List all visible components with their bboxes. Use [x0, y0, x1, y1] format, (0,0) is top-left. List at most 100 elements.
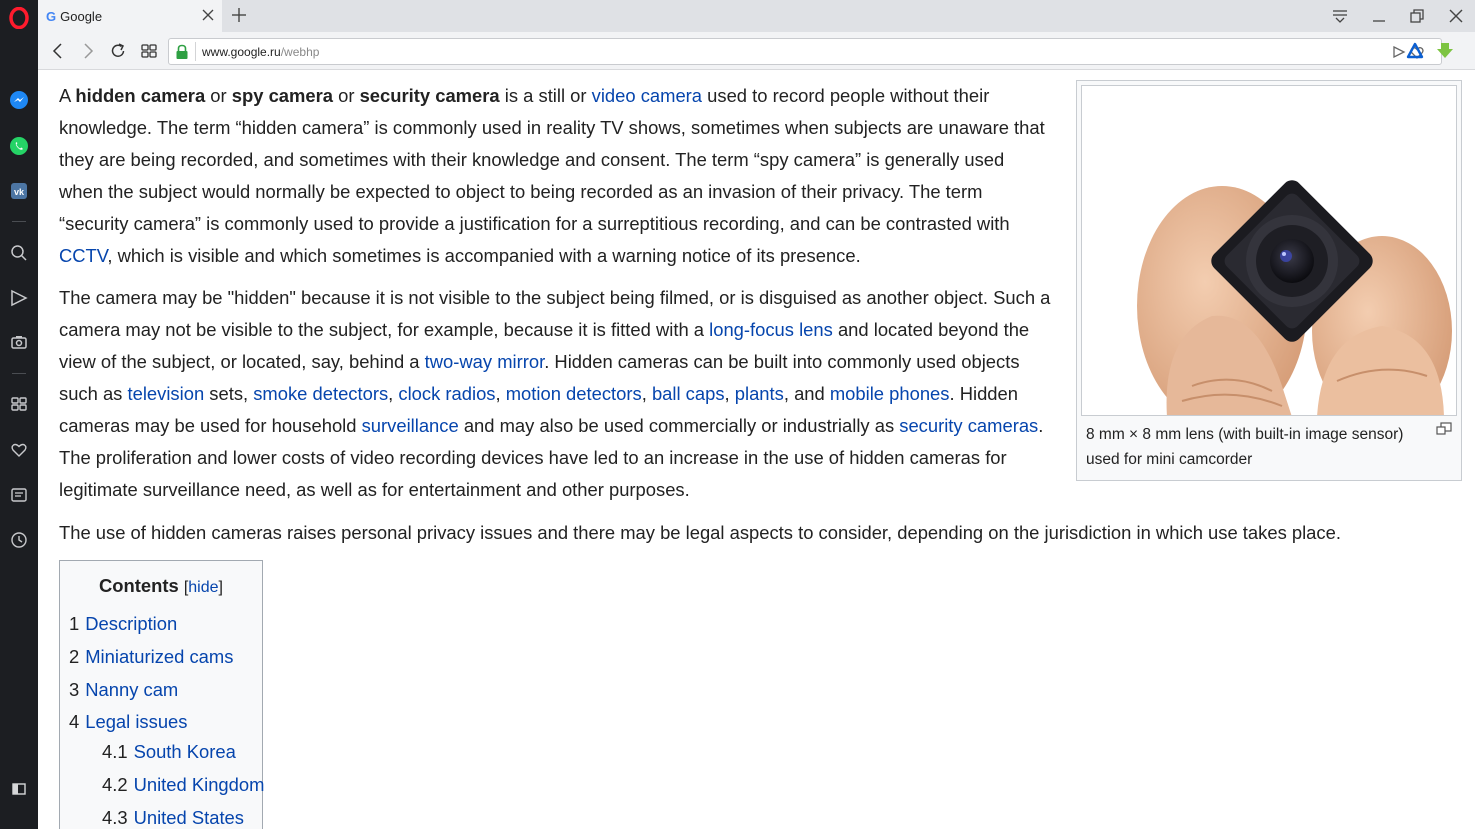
- minimize-icon[interactable]: [1369, 6, 1389, 26]
- link-two-way-mirror[interactable]: two-way mirror: [425, 351, 545, 372]
- link-clock-radios[interactable]: clock radios: [398, 383, 495, 404]
- term-hidden-camera: hidden camera: [75, 85, 206, 106]
- toc-item-legal-issues[interactable]: 4 Legal issues: [69, 711, 187, 733]
- history-icon[interactable]: [9, 530, 29, 550]
- link-motion-detectors[interactable]: motion detectors: [506, 383, 642, 404]
- address-bar[interactable]: www.google.ru/webhp: [168, 38, 1442, 65]
- speed-dial-icon[interactable]: [9, 394, 29, 414]
- link-ball-caps[interactable]: ball caps: [652, 383, 725, 404]
- paragraph-hidden: The camera may be "hidden" because it is…: [59, 282, 1054, 506]
- whatsapp-icon[interactable]: [9, 136, 29, 156]
- lock-icon[interactable]: [175, 44, 189, 60]
- toc-link[interactable]: Description: [85, 613, 177, 634]
- close-window-icon[interactable]: [1446, 6, 1466, 26]
- toc-item-south-korea[interactable]: 4.1 South Korea: [102, 741, 236, 763]
- toc-number: 4.1: [102, 741, 128, 762]
- toc-link[interactable]: South Korea: [134, 741, 236, 762]
- figure-caption: 8 mm × 8 mm lens (with built-in image se…: [1086, 426, 1404, 468]
- send-icon[interactable]: [9, 288, 29, 308]
- toc-title: Contents: [99, 575, 179, 596]
- toc-item-united-kingdom[interactable]: 4.2 United Kingdom: [102, 774, 264, 796]
- toc-hide-link[interactable]: hide: [188, 579, 218, 596]
- link-security-cameras[interactable]: security cameras: [899, 415, 1038, 436]
- text: , which is visible and which sometimes i…: [107, 245, 861, 266]
- vpn-extension-icon[interactable]: [1406, 42, 1424, 60]
- link-plants[interactable]: plants: [735, 383, 784, 404]
- camera-lens-photo[interactable]: [1081, 85, 1457, 416]
- close-tab-icon[interactable]: [200, 7, 216, 23]
- opera-sidebar: vk: [0, 0, 38, 829]
- sidebar-toggle-icon[interactable]: [9, 779, 29, 799]
- text: or: [333, 85, 360, 106]
- table-of-contents: Contents [hide] 1 Description 2 Miniaturiz…: [59, 560, 264, 829]
- link-surveillance[interactable]: surveillance: [362, 415, 459, 436]
- opera-logo-icon[interactable]: [9, 7, 29, 29]
- link-television[interactable]: television: [128, 383, 205, 404]
- text: ,: [724, 383, 735, 404]
- toc-number: 4: [69, 711, 80, 732]
- link-mobile-phones[interactable]: mobile phones: [830, 383, 950, 404]
- new-tab-icon[interactable]: [230, 6, 248, 24]
- text: and may also be used commercially or ind…: [458, 415, 900, 436]
- term-security-camera: security camera: [359, 85, 500, 106]
- toc-item-united-states[interactable]: 4.3 United States: [102, 807, 244, 829]
- reload-icon[interactable]: [108, 41, 128, 61]
- link-video-camera[interactable]: video camera: [592, 85, 702, 106]
- toc-item-miniaturized-cams[interactable]: 2 Miniaturized cams: [69, 646, 233, 668]
- address-toolbar: www.google.ru/webhp: [38, 32, 1475, 70]
- toc-item-nanny-cam[interactable]: 3 Nanny cam: [69, 679, 178, 701]
- url-path: /webhp: [280, 45, 320, 59]
- toc-number: 3: [69, 679, 80, 700]
- paragraph-intro: A hidden camera or spy camera or securit…: [59, 80, 1049, 272]
- google-favicon-icon: G: [46, 8, 57, 24]
- toc-item-description[interactable]: 1 Description: [69, 613, 177, 635]
- heart-icon[interactable]: [9, 440, 29, 460]
- tab-bar: G Google: [38, 0, 1475, 32]
- text: ,: [641, 383, 652, 404]
- sidebar-divider: [12, 221, 26, 222]
- text: is a still or: [499, 85, 592, 106]
- search-icon[interactable]: [9, 243, 29, 263]
- url-text[interactable]: www.google.ru/webhp: [202, 45, 319, 59]
- link-long-focus-lens[interactable]: long-focus lens: [709, 319, 833, 340]
- toc-number: 2: [69, 646, 80, 667]
- toc-link[interactable]: Nanny cam: [85, 679, 178, 700]
- speed-dial-grid-icon[interactable]: [139, 41, 159, 61]
- sidebar-divider: [12, 373, 26, 374]
- text: A: [59, 85, 76, 106]
- text: or: [205, 85, 232, 106]
- enlarge-icon[interactable]: [1436, 422, 1452, 436]
- page-content: A hidden camera or spy camera or securit…: [38, 71, 1475, 829]
- figure-thumbnail: 8 mm × 8 mm lens (with built-in image se…: [1076, 80, 1462, 481]
- link-smoke-detectors[interactable]: smoke detectors: [253, 383, 388, 404]
- svg-text:vk: vk: [14, 187, 25, 197]
- vk-icon[interactable]: vk: [9, 181, 29, 201]
- back-icon[interactable]: [48, 41, 68, 61]
- tab-google[interactable]: G Google: [38, 0, 222, 32]
- toc-number: 4.3: [102, 807, 128, 828]
- text: sets,: [204, 383, 254, 404]
- camera-icon[interactable]: [9, 332, 29, 352]
- term-spy-camera: spy camera: [231, 85, 333, 106]
- messenger-icon[interactable]: [9, 90, 29, 110]
- news-icon[interactable]: [9, 485, 29, 505]
- tab-title: Google: [60, 8, 103, 24]
- tab-menu-icon[interactable]: [1330, 6, 1350, 26]
- text: ,: [495, 383, 506, 404]
- toc-link[interactable]: United States: [134, 807, 244, 828]
- toc-link[interactable]: United Kingdom: [134, 774, 265, 795]
- forward-icon[interactable]: [78, 41, 98, 61]
- text: , and: [783, 383, 830, 404]
- snap-send-icon[interactable]: [1391, 44, 1407, 60]
- download-extension-icon[interactable]: [1436, 42, 1454, 60]
- address-divider: [195, 42, 196, 61]
- toc-heading: Contents [hide]: [60, 575, 262, 597]
- toc-link[interactable]: Legal issues: [85, 711, 187, 732]
- toc-number: 1: [69, 613, 80, 634]
- url-host: www.google.ru: [202, 45, 281, 59]
- toc-hide-bracket-close: ]: [218, 579, 223, 596]
- link-cctv[interactable]: CCTV: [59, 245, 107, 266]
- restore-icon[interactable]: [1407, 6, 1427, 26]
- text: used to record people without their know…: [59, 85, 1045, 234]
- toc-link[interactable]: Miniaturized cams: [85, 646, 233, 667]
